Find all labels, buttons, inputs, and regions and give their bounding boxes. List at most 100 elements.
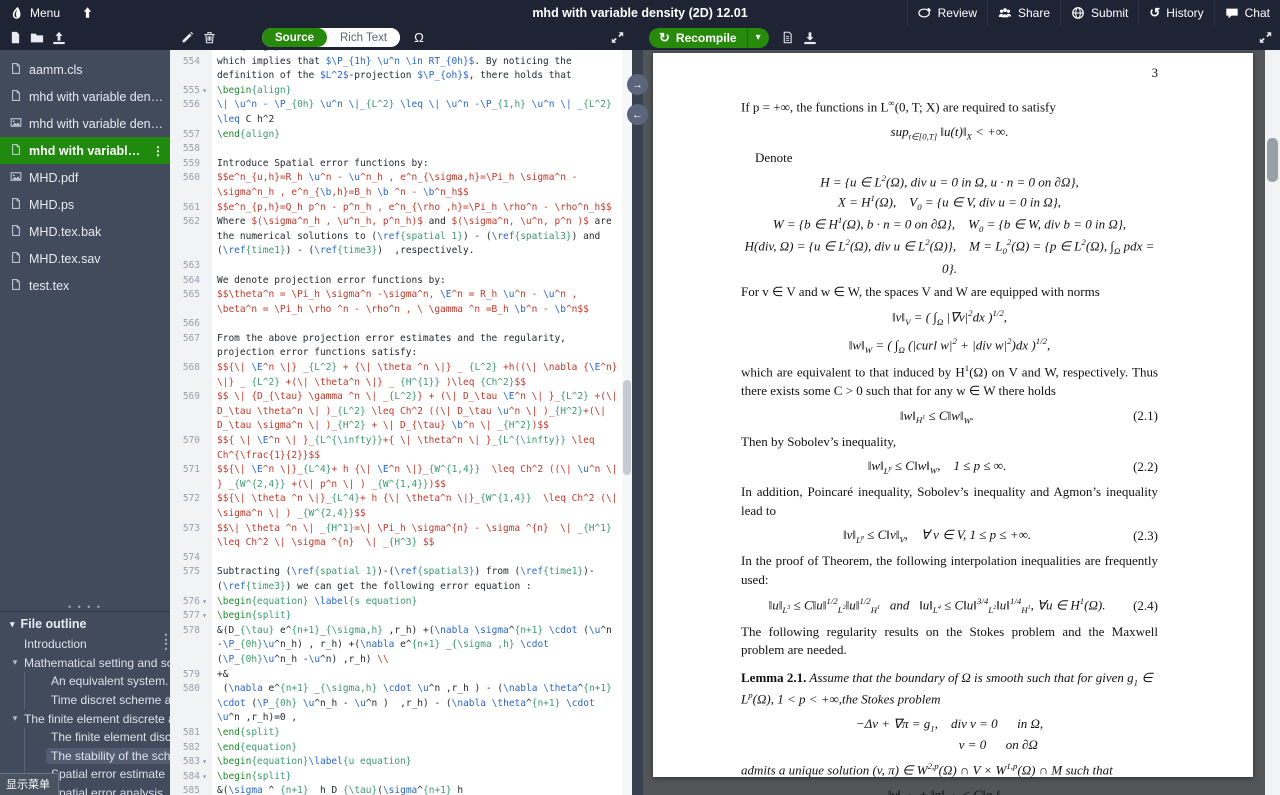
line-gutter[interactable]: 567	[170, 331, 212, 362]
line-gutter[interactable]: 566	[170, 317, 212, 332]
kebab-menu-icon[interactable]: ⋮	[152, 144, 164, 158]
code-line-content[interactable]	[212, 142, 632, 157]
line-gutter[interactable]: 557	[170, 127, 212, 143]
code-line[interactable]: 573 $$\| \theta ^n \| _{H^1}=\| \Pi_h \si…	[170, 521, 632, 551]
line-gutter[interactable]: 564	[170, 273, 212, 289]
line-gutter[interactable]: 583 ▾	[170, 755, 212, 770]
code-line[interactable]: 565 $$\theta^n = \Pi_h \sigma^n -\sigma^n…	[170, 288, 632, 318]
code-line-content[interactable]: \end{equation}	[212, 741, 632, 756]
fold-arrow-icon[interactable]: ▾	[200, 84, 209, 99]
line-gutter[interactable]: 568	[170, 361, 212, 391]
pdf-scrollbar[interactable]	[1265, 50, 1280, 795]
line-gutter[interactable]: 577 ▾	[170, 609, 212, 624]
code-line-content[interactable]: $$e^n_{p,h}=Q_h p^n - p^n_h , e^n_{\rho …	[212, 201, 632, 216]
code-line-content[interactable]: Where $(\sigma^n_h , \u^n_h, p^n_h)$ and…	[212, 215, 632, 259]
code-line-content[interactable]: &(\sigma ^ {n+1} _h D_{\tau}(\sigma^{n+1…	[212, 784, 632, 795]
code-line-content[interactable]: From the above projection error estimate…	[212, 332, 632, 361]
code-line[interactable]: 563	[170, 258, 632, 274]
pdf-viewer[interactable]: 3 If p = +∞, the functions in L∞(0, T; X…	[643, 50, 1280, 795]
menu-button[interactable]: Menu	[0, 0, 70, 25]
code-line-content[interactable]: \begin{align}	[212, 84, 632, 99]
pane-divider[interactable]	[632, 50, 643, 795]
editor-fullscreen-button[interactable]	[606, 25, 628, 50]
line-gutter[interactable]: 576 ▾	[170, 594, 212, 610]
line-gutter[interactable]: 575	[170, 565, 212, 595]
outline-item[interactable]: An equivalent system.	[0, 672, 170, 691]
code-line-content[interactable]: \begin{equation}\label{u equation}	[212, 755, 632, 770]
review-button[interactable]: Review	[906, 0, 987, 25]
code-line[interactable]: 579 +&	[170, 667, 632, 683]
code-line-content[interactable]	[212, 259, 632, 274]
line-gutter[interactable]: 555 ▾	[170, 83, 212, 99]
code-line[interactable]: 558	[170, 142, 632, 157]
code-line-content[interactable]: $$\theta^n = \Pi_h \sigma^n -\sigma^n, \…	[212, 288, 632, 317]
share-button[interactable]: Share	[987, 0, 1060, 25]
file-tree-item[interactable]: mhd with variable densit...	[0, 110, 170, 137]
recompile-options-button[interactable]: ▾	[746, 27, 769, 48]
new-file-button[interactable]	[4, 25, 26, 50]
file-tree-item[interactable]: MHD.tex.bak	[0, 218, 170, 245]
code-line-content[interactable]: $$ \| {D_{\tau} \gamma ^n \| _{L^2}} + (…	[212, 390, 632, 434]
code-line-content[interactable]: $$\| \theta ^n \| _{H^1}=\| \Pi_h \sigma…	[212, 522, 632, 551]
line-gutter[interactable]: 558	[170, 142, 212, 157]
code-line-content[interactable]: \begin{split}	[212, 609, 632, 624]
submit-button[interactable]: Submit	[1060, 0, 1138, 25]
recompile-button[interactable]: ↻ Recompile	[649, 27, 747, 48]
code-line[interactable]: 575 Subtracting (\ref{spatial 1})-(\ref{s…	[170, 565, 632, 595]
collapse-editor-button[interactable]: →	[627, 74, 648, 95]
chevron-down-icon[interactable]: ▾	[10, 713, 20, 724]
code-line-content[interactable]: &(D_{\tau} e^{n+1}_{\sigma,h} ,r_h) +(\n…	[212, 624, 632, 668]
outline-item[interactable]: The finite element discre...	[0, 727, 170, 747]
pdf-fullscreen-button[interactable]	[1254, 25, 1276, 50]
collapse-pdf-button[interactable]: ←	[627, 104, 648, 125]
rename-file-button[interactable]	[176, 25, 198, 50]
line-gutter[interactable]: 578	[170, 623, 212, 668]
line-gutter[interactable]: 582	[170, 740, 212, 756]
line-gutter[interactable]: 579	[170, 667, 212, 683]
code-line[interactable]: 582 \end{equation}	[170, 740, 632, 756]
line-gutter[interactable]: 554	[170, 54, 212, 84]
code-line[interactable]: 577 ▾ \begin{split}	[170, 609, 632, 624]
line-gutter[interactable]: 581	[170, 725, 212, 741]
outline-item[interactable]: ▾ The finite element discrete a...	[0, 709, 170, 728]
outline-resize-handle[interactable]: • • • •	[0, 603, 170, 612]
code-line[interactable]: 581 \end{split}	[170, 725, 632, 741]
code-editor[interactable]: 553\end{align}554which implies that $\P_…	[170, 50, 632, 795]
code-line[interactable]: 555 ▾ \begin{align}	[170, 83, 632, 99]
chat-button[interactable]: Chat	[1213, 0, 1280, 25]
code-line[interactable]: 584 ▾ \begin{split}	[170, 769, 632, 785]
code-line-content[interactable]: $${\| \E^n \|}_{L^4}+ h {\| \E^n \|}_{W^…	[212, 463, 632, 492]
pdf-scrollbar-thumb[interactable]	[1267, 138, 1278, 182]
code-line-content[interactable]: We denote projection error functions by:	[212, 274, 632, 289]
code-line[interactable]: 571 $${\| \E^n \|}_{L^4}+ h {\| \E^n \|}_…	[170, 463, 632, 493]
code-line[interactable]: 583 ▾ \begin{equation}\label{u equation}	[170, 755, 632, 770]
code-line[interactable]: 574	[170, 550, 632, 566]
file-tree-item[interactable]: aamm.cls	[0, 56, 170, 83]
code-line-content[interactable]: \end{split}	[212, 726, 632, 741]
code-line-content[interactable]: $$e^n_{u,h}=R_h \u^n - \u^n_h , e^n_{\si…	[212, 171, 632, 200]
code-line[interactable]: 560 $$e^n_{u,h}=R_h \u^n - \u^n_h , e^n_{…	[170, 171, 632, 201]
file-tree-item[interactable]: mhd with variable d... ⋮	[0, 137, 170, 164]
code-line[interactable]: 576 ▾ \begin{equation} \label{s equation}	[170, 594, 632, 610]
editor-scrollbar-thumb[interactable]	[623, 380, 631, 475]
code-line[interactable]: 562 Where $(\sigma^n_h , \u^n_h, p^n_h)$ …	[170, 215, 632, 259]
line-gutter[interactable]: 571	[170, 463, 212, 493]
code-line[interactable]: 554 which implies that $\P_{1h} \u^n \in …	[170, 54, 632, 84]
symbol-palette-button[interactable]: Ω	[414, 30, 424, 45]
delete-file-button[interactable]	[198, 25, 220, 50]
rich-text-tab[interactable]: Rich Text	[327, 28, 401, 47]
file-tree-item[interactable]: MHD.ps	[0, 191, 170, 218]
code-line-content[interactable]: which implies that $\P_{1h} \u^n \in RT_…	[212, 55, 632, 84]
download-pdf-button[interactable]	[799, 25, 821, 50]
code-line-content[interactable]: \| \u^n - \P_{0h} \u^n \|_{L^2} \leq \| …	[212, 98, 632, 127]
file-outline-header[interactable]: ▾ File outline	[0, 611, 170, 635]
code-line[interactable]: 568 $${\| \E^n \|} _{L^2} + {\| \theta ^n…	[170, 361, 632, 391]
code-line[interactable]: 569 $$ \| {D_{\tau} \gamma ^n \| _{L^2}} …	[170, 390, 632, 435]
line-gutter[interactable]: 574	[170, 550, 212, 566]
line-gutter[interactable]: 569	[170, 390, 212, 435]
code-line[interactable]: 567 From the above projection error estim…	[170, 331, 632, 362]
code-line[interactable]: 572 $${\| \theta ^n \|}_{L^4}+ h {\| \the…	[170, 492, 632, 522]
fold-arrow-icon[interactable]: ▾	[200, 595, 209, 610]
line-gutter[interactable]: 573	[170, 521, 212, 551]
line-gutter[interactable]: 585	[170, 784, 212, 795]
